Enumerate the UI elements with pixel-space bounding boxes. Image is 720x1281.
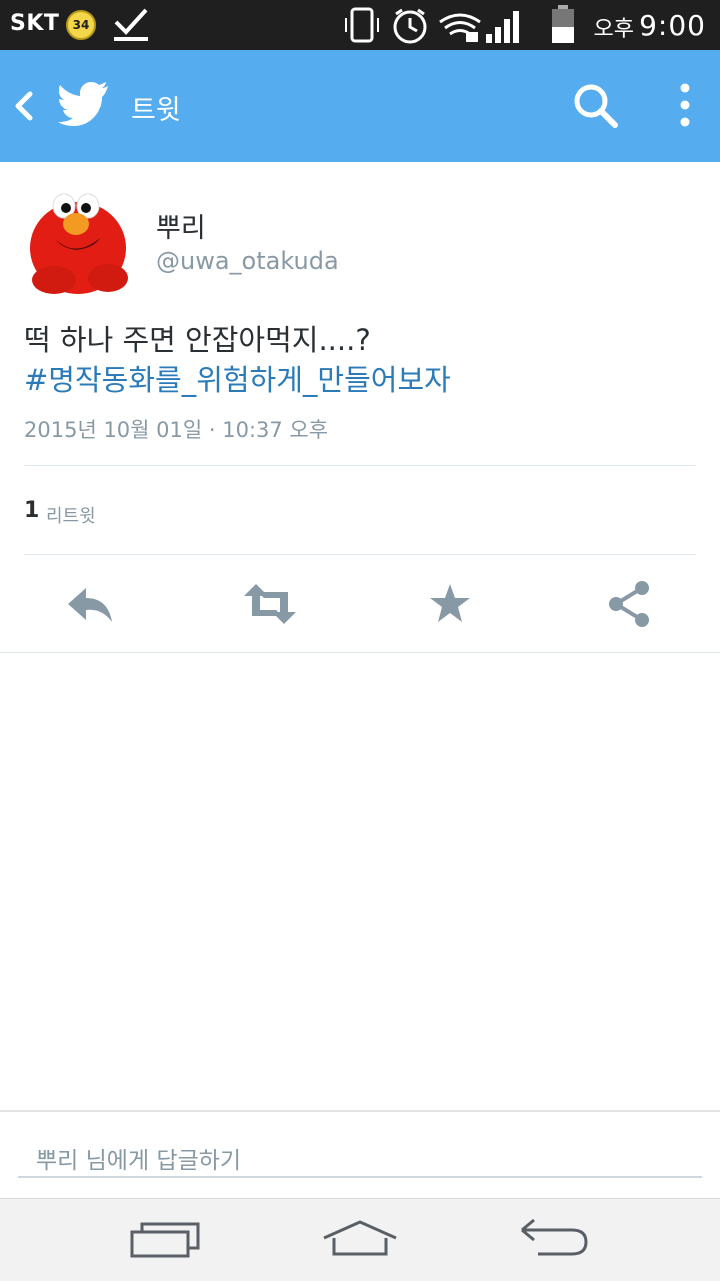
signal-icon [486, 11, 519, 43]
tweet-text: 떡 하나 주면 안잡아먹지....? #명작동화를_위험하게_만들어보자 [24, 320, 704, 400]
recent-apps-icon[interactable] [128, 1212, 202, 1268]
user-name[interactable]: 뿌리 [156, 206, 206, 245]
status-bar: SKT 34 오후 9:00 [0, 0, 720, 50]
ampm-label: 오후 [593, 17, 634, 42]
tweet-timestamp: 2015년 10월 01일 · 10:37 오후 [24, 418, 329, 442]
battery-icon [552, 5, 574, 43]
more-vert-icon[interactable] [670, 80, 700, 130]
back-nav-icon[interactable] [516, 1212, 592, 1268]
vibrate-icon [345, 7, 379, 43]
retweet-count[interactable]: 1 [24, 498, 39, 523]
retweet-icon[interactable] [240, 576, 300, 632]
tweet-body: 떡 하나 주면 안잡아먹지....? [24, 323, 371, 357]
reply-input[interactable]: 뿌리 님에게 답글하기 [36, 1141, 241, 1175]
divider [24, 465, 696, 466]
download-check-icon [114, 8, 148, 41]
reply-icon[interactable] [60, 576, 120, 632]
wifi-lock-icon [439, 13, 481, 42]
divider [24, 554, 696, 555]
favorite-icon[interactable] [420, 576, 480, 632]
search-icon[interactable] [572, 82, 620, 130]
reply-input-underline [18, 1176, 702, 1178]
avatar[interactable] [24, 184, 134, 294]
page-title: 트윗 [131, 95, 181, 126]
back-icon[interactable] [10, 86, 40, 126]
status-icons [345, 7, 519, 44]
carrier-label: SKT [10, 11, 60, 36]
divider [0, 652, 720, 653]
user-handle[interactable]: @uwa_otakuda [156, 247, 339, 275]
app-bar: 트윗 [0, 50, 720, 162]
share-icon[interactable] [600, 576, 660, 632]
alarm-icon [393, 8, 427, 44]
home-icon[interactable] [320, 1212, 400, 1268]
hashtag-link[interactable]: #명작동화를_위험하게_만들어보자 [24, 360, 704, 400]
twitter-bird-icon [58, 82, 108, 126]
clock: 9:00 [639, 9, 706, 42]
notification-badge-icon: 34 [66, 10, 96, 40]
retweet-count-label[interactable]: 리트윗 [46, 502, 96, 528]
